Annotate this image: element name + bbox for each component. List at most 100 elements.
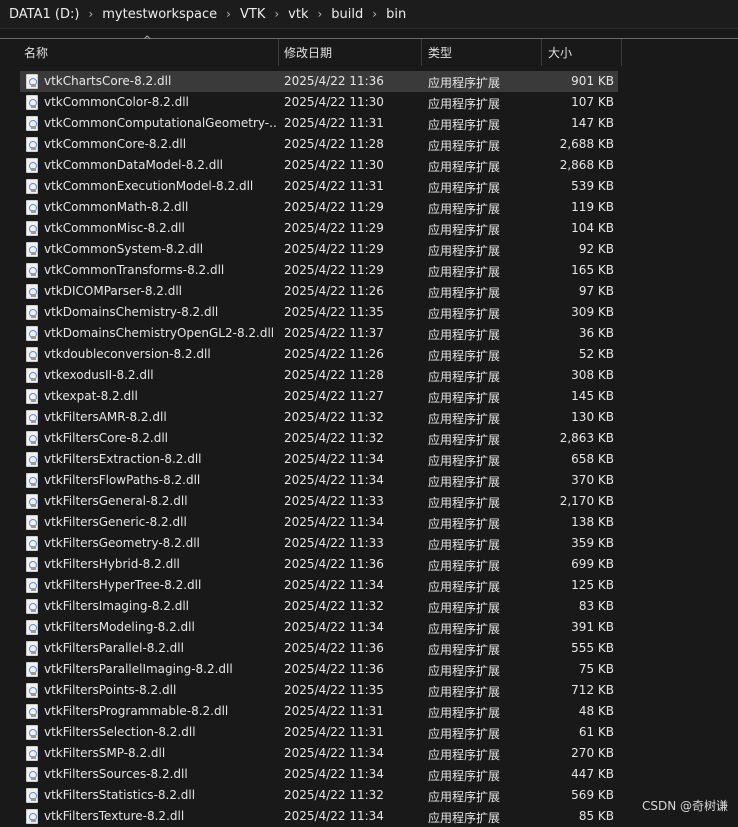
- file-row[interactable]: vtkFiltersSelection-8.2.dll2025/4/22 11:…: [20, 722, 618, 743]
- file-row[interactable]: vtkFiltersHybrid-8.2.dll2025/4/22 11:36应…: [20, 554, 618, 575]
- file-size: 61 KB: [579, 725, 614, 739]
- file-row[interactable]: vtkCommonMisc-8.2.dll2025/4/22 11:29应用程序…: [20, 218, 618, 239]
- file-size: 138 KB: [571, 515, 614, 529]
- file-row[interactable]: vtkFiltersParallelImaging-8.2.dll2025/4/…: [20, 659, 618, 680]
- file-row[interactable]: vtkDomainsChemistry-8.2.dll2025/4/22 11:…: [20, 302, 618, 323]
- file-type: 应用程序扩展: [428, 242, 500, 259]
- file-name: vtkChartsCore-8.2.dll: [44, 74, 278, 88]
- file-row[interactable]: vtkCommonDataModel-8.2.dll2025/4/22 11:3…: [20, 155, 618, 176]
- file-type: 应用程序扩展: [428, 746, 500, 763]
- file-row[interactable]: vtkFiltersFlowPaths-8.2.dll2025/4/22 11:…: [20, 470, 618, 491]
- file-row[interactable]: vtkDomainsChemistryOpenGL2-8.2.dll2025/4…: [20, 323, 618, 344]
- dll-file-icon: [26, 599, 38, 614]
- file-size: 52 KB: [579, 347, 614, 361]
- dll-file-icon: [26, 473, 38, 488]
- dll-file-icon: [26, 116, 38, 131]
- file-size: 309 KB: [571, 305, 614, 319]
- chevron-right-icon: ›: [317, 7, 322, 21]
- file-modified-date: 2025/4/22 11:31: [284, 725, 384, 739]
- column-header-size[interactable]: 大小: [548, 44, 572, 61]
- file-modified-date: 2025/4/22 11:36: [284, 557, 384, 571]
- file-modified-date: 2025/4/22 11:29: [284, 200, 384, 214]
- file-row[interactable]: vtkFiltersSources-8.2.dll2025/4/22 11:34…: [20, 764, 618, 785]
- column-header-date[interactable]: 修改日期: [284, 44, 332, 61]
- file-name: vtkFiltersFlowPaths-8.2.dll: [44, 473, 278, 487]
- file-row[interactable]: vtkChartsCore-8.2.dll2025/4/22 11:36应用程序…: [20, 71, 618, 92]
- file-row[interactable]: vtkDICOMParser-8.2.dll2025/4/22 11:26应用程…: [20, 281, 618, 302]
- dll-file-icon: [26, 704, 38, 719]
- file-row[interactable]: vtkexodusII-8.2.dll2025/4/22 11:28应用程序扩展…: [20, 365, 618, 386]
- file-row[interactable]: vtkFiltersModeling-8.2.dll2025/4/22 11:3…: [20, 617, 618, 638]
- file-modified-date: 2025/4/22 11:27: [284, 389, 384, 403]
- file-size: 2,688 KB: [560, 137, 614, 151]
- breadcrumb-item-bin[interactable]: bin: [386, 7, 406, 22]
- column-header-type[interactable]: 类型: [428, 44, 452, 61]
- file-type: 应用程序扩展: [428, 767, 500, 784]
- file-type: 应用程序扩展: [428, 452, 500, 469]
- file-modified-date: 2025/4/22 11:29: [284, 242, 384, 256]
- file-type: 应用程序扩展: [428, 536, 500, 553]
- file-row[interactable]: vtkFiltersImaging-8.2.dll2025/4/22 11:32…: [20, 596, 618, 617]
- file-size: 75 KB: [579, 662, 614, 676]
- file-name: vtkCommonTransforms-8.2.dll: [44, 263, 278, 277]
- file-type: 应用程序扩展: [428, 326, 500, 343]
- dll-file-icon: [26, 746, 38, 761]
- dll-file-icon: [26, 431, 38, 446]
- dll-file-icon: [26, 578, 38, 593]
- breadcrumb-item-drive[interactable]: DATA1 (D:): [9, 7, 79, 22]
- header-top-border: [0, 38, 738, 39]
- file-row[interactable]: vtkFiltersTexture-8.2.dll2025/4/22 11:34…: [20, 806, 618, 827]
- file-modified-date: 2025/4/22 11:34: [284, 452, 384, 466]
- file-size: 569 KB: [571, 788, 614, 802]
- file-row[interactable]: vtkFiltersAMR-8.2.dll2025/4/22 11:32应用程序…: [20, 407, 618, 428]
- chevron-right-icon: ›: [372, 7, 377, 21]
- file-row[interactable]: vtkCommonMath-8.2.dll2025/4/22 11:29应用程序…: [20, 197, 618, 218]
- file-row[interactable]: vtkFiltersPoints-8.2.dll2025/4/22 11:35应…: [20, 680, 618, 701]
- file-row[interactable]: vtkCommonTransforms-8.2.dll2025/4/22 11:…: [20, 260, 618, 281]
- column-divider[interactable]: [278, 39, 279, 66]
- file-name: vtkFiltersProgrammable-8.2.dll: [44, 704, 278, 718]
- column-divider[interactable]: [421, 39, 422, 66]
- file-row[interactable]: vtkFiltersExtraction-8.2.dll2025/4/22 11…: [20, 449, 618, 470]
- file-modified-date: 2025/4/22 11:32: [284, 410, 384, 424]
- file-row[interactable]: vtkCommonSystem-8.2.dll2025/4/22 11:29应用…: [20, 239, 618, 260]
- file-row[interactable]: vtkFiltersGeneral-8.2.dll2025/4/22 11:33…: [20, 491, 618, 512]
- column-divider[interactable]: [621, 39, 622, 66]
- file-row[interactable]: vtkFiltersSMP-8.2.dll2025/4/22 11:34应用程序…: [20, 743, 618, 764]
- file-row[interactable]: vtkFiltersCore-8.2.dll2025/4/22 11:32应用程…: [20, 428, 618, 449]
- file-name: vtkFiltersPoints-8.2.dll: [44, 683, 278, 697]
- dll-file-icon: [26, 452, 38, 467]
- breadcrumb-item-workspace[interactable]: mytestworkspace: [102, 7, 217, 22]
- file-row[interactable]: vtkCommonColor-8.2.dll2025/4/22 11:30应用程…: [20, 92, 618, 113]
- file-row[interactable]: vtkFiltersHyperTree-8.2.dll2025/4/22 11:…: [20, 575, 618, 596]
- file-row[interactable]: vtkFiltersStatistics-8.2.dll2025/4/22 11…: [20, 785, 618, 806]
- file-modified-date: 2025/4/22 11:34: [284, 746, 384, 760]
- file-size: 901 KB: [571, 74, 614, 88]
- file-row[interactable]: vtkdoubleconversion-8.2.dll2025/4/22 11:…: [20, 344, 618, 365]
- dll-file-icon: [26, 515, 38, 530]
- column-divider[interactable]: [541, 39, 542, 66]
- breadcrumb-item-build[interactable]: build: [331, 7, 363, 22]
- file-size: 2,868 KB: [560, 158, 614, 172]
- file-name: vtkFiltersGeometry-8.2.dll: [44, 536, 278, 550]
- file-name: vtkFiltersGeneric-8.2.dll: [44, 515, 278, 529]
- column-header-name[interactable]: 名称: [24, 44, 48, 61]
- file-type: 应用程序扩展: [428, 284, 500, 301]
- file-row[interactable]: vtkFiltersGeometry-8.2.dll2025/4/22 11:3…: [20, 533, 618, 554]
- file-row[interactable]: vtkFiltersParallel-8.2.dll2025/4/22 11:3…: [20, 638, 618, 659]
- file-name: vtkFiltersAMR-8.2.dll: [44, 410, 278, 424]
- file-row[interactable]: vtkCommonCore-8.2.dll2025/4/22 11:28应用程序…: [20, 134, 618, 155]
- file-row[interactable]: vtkFiltersProgrammable-8.2.dll2025/4/22 …: [20, 701, 618, 722]
- file-type: 应用程序扩展: [428, 221, 500, 238]
- file-row[interactable]: vtkFiltersGeneric-8.2.dll2025/4/22 11:34…: [20, 512, 618, 533]
- file-row[interactable]: vtkCommonComputationalGeometry-...2025/4…: [20, 113, 618, 134]
- breadcrumb-item-vtk-root[interactable]: VTK: [240, 7, 265, 22]
- dll-file-icon: [26, 494, 38, 509]
- dll-file-icon: [26, 620, 38, 635]
- file-row[interactable]: vtkexpat-8.2.dll2025/4/22 11:27应用程序扩展145…: [20, 386, 618, 407]
- file-row[interactable]: vtkCommonExecutionModel-8.2.dll2025/4/22…: [20, 176, 618, 197]
- breadcrumb-item-vtk[interactable]: vtk: [288, 7, 308, 22]
- file-modified-date: 2025/4/22 11:28: [284, 137, 384, 151]
- file-size: 391 KB: [571, 620, 614, 634]
- file-modified-date: 2025/4/22 11:36: [284, 74, 384, 88]
